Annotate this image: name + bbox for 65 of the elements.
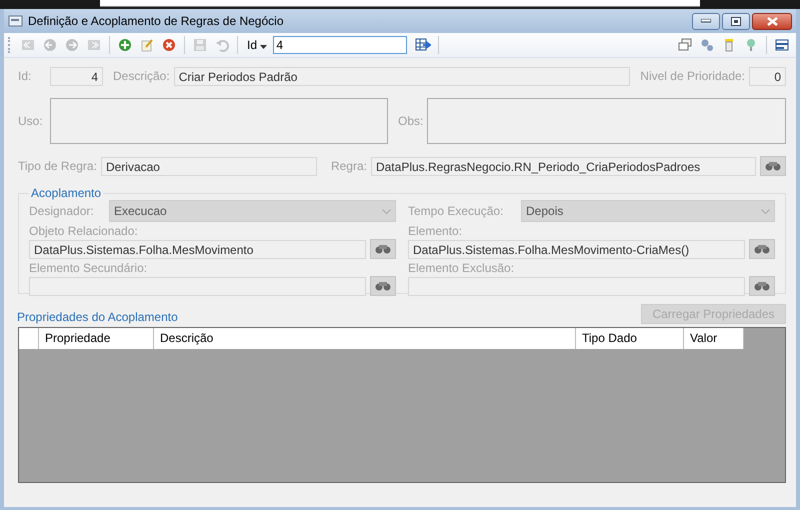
designador-label: Designador: [29, 204, 95, 218]
field-value: DataPlus.Sistemas.Folha.MesMovimento [29, 240, 366, 258]
save-icon [193, 38, 207, 52]
descricao-field: Criar Periodos Padrão [174, 66, 630, 86]
minimize-button[interactable] [692, 12, 720, 30]
uso-label: Uso: [18, 114, 44, 128]
field-value: DataPlus.Sistemas.Folha.MesMovimento-CriaMes() [408, 240, 745, 258]
chevron-down-icon [761, 208, 770, 214]
search-button[interactable] [749, 239, 775, 259]
column-header[interactable]: Valor [684, 328, 744, 349]
search-button[interactable] [370, 276, 396, 296]
delete-icon [162, 38, 176, 52]
caret-icon [260, 45, 268, 49]
maximize-button[interactable] [722, 12, 750, 30]
prioridade-field: 0 [749, 66, 786, 86]
propriedades-title: Propriedades do Acoplamento [17, 310, 178, 324]
tipo-regra-field: Derivacao [100, 156, 317, 176]
toolbar-grip-icon [8, 37, 13, 53]
windows-icon [678, 38, 692, 52]
id-label: Id: [18, 69, 32, 83]
tempo-execucao-select[interactable]: Depois [521, 200, 775, 222]
right-arrow-icon [65, 38, 79, 52]
uso-text-area[interactable] [50, 98, 388, 144]
close-button[interactable] [752, 12, 792, 30]
designador-select[interactable]: Execucao [109, 200, 396, 222]
regra-field: DataPlus.RegrasNegocio.RN_Periodo_CriaPeriodosPadroes [370, 156, 756, 176]
obs-text-area[interactable] [427, 98, 786, 144]
field-label: Elemento Exclusão: [408, 261, 516, 275]
field-label: Elemento Secundário: [29, 261, 148, 275]
column-header[interactable]: Descrição [154, 328, 576, 349]
tempo-execucao-label: Tempo Execução: [408, 204, 504, 218]
column-header[interactable]: Propriedade [39, 328, 154, 349]
prioridade-label: Nivel de Prioridade: [640, 69, 745, 83]
column-header[interactable]: Tipo Dado [576, 328, 684, 349]
circles-icon [700, 38, 714, 52]
binoculars-icon [754, 244, 770, 254]
field-label: Objeto Relacionado: [29, 224, 139, 238]
filter-icon [722, 38, 736, 52]
search-button[interactable] [370, 239, 396, 259]
binoculars-icon [765, 161, 781, 171]
window-title: Definição e Acoplamento de Regras de Negócio [28, 14, 284, 28]
obs-label: Obs: [398, 114, 423, 128]
search-button[interactable] [749, 276, 775, 296]
close-icon [766, 16, 778, 26]
id-field: 4 [50, 66, 103, 86]
field-label: Elemento: [408, 224, 464, 238]
search-input[interactable]: 4 [273, 36, 408, 54]
maximize-icon [731, 16, 741, 26]
acoplamento-title: Acoplamento [30, 186, 102, 200]
plus-icon [118, 38, 132, 52]
descricao-label: Descrição: [113, 69, 170, 83]
search-field-dropdown[interactable]: Id [243, 38, 272, 52]
undo-icon [215, 38, 229, 52]
minimize-icon [701, 19, 711, 23]
pin-icon [744, 38, 758, 52]
binoculars-icon [375, 281, 391, 291]
pencil-icon [140, 38, 154, 52]
panel-icon [775, 38, 789, 52]
search-button[interactable] [760, 156, 786, 176]
regra-label: Regra: [330, 159, 367, 173]
binoculars-icon [375, 244, 391, 254]
binoculars-icon [754, 281, 770, 291]
tipo-regra-label: Tipo de Regra: [18, 159, 97, 173]
chevron-down-icon [382, 208, 391, 214]
window-app-icon [8, 15, 24, 27]
